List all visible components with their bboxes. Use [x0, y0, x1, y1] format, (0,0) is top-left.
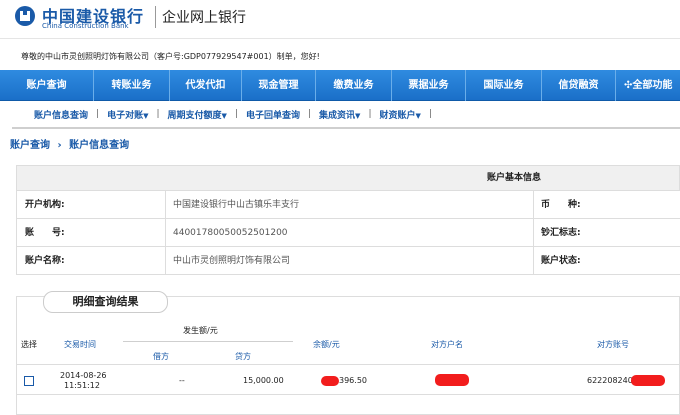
name-value: 中山市灵创照明灯饰有限公司 [173, 256, 291, 266]
nav-item-cash-mgmt[interactable]: 现金管理 [242, 70, 316, 101]
currency-label: 币 种: [541, 200, 581, 210]
row-credit: 15,000.00 [243, 376, 284, 385]
col-counterparty-account: 对方账号 [597, 340, 629, 349]
breadcrumb-root[interactable]: 账户查询 [10, 140, 50, 151]
subnav-separator: | [307, 109, 312, 119]
col-divider [165, 191, 166, 219]
subnav-item-account-info[interactable]: 账户信息查询 [34, 108, 96, 121]
subnav-separator: | [428, 109, 432, 119]
subnav-separator: | [96, 109, 100, 119]
col-debit: 借方 [153, 352, 169, 361]
row-select-checkbox[interactable] [24, 376, 34, 386]
row-balance: 396.50 [339, 376, 367, 385]
subnav-item-label: 财资账户 [379, 110, 416, 121]
info-row-name: 账户名称: 中山市灵创照明灯饰有限公司 账户状态: [17, 247, 680, 275]
subnav-item-label: 电子对账 [107, 110, 144, 121]
caret-down-icon: ▼ [415, 111, 421, 120]
nav-item-credit[interactable]: 信贷融资 [542, 70, 616, 101]
nav-item-international[interactable]: 国际业务 [466, 70, 542, 101]
breadcrumb: 账户查询 › 账户信息查询 [10, 136, 129, 151]
subnav-separator: | [368, 109, 372, 119]
col-divider [533, 247, 534, 275]
welcome-text: 尊敬的中山市灵创照明灯饰有限公司（客户号:GDP077929547#001）制单… [21, 52, 320, 61]
col-counterparty-name: 对方户名 [431, 340, 463, 349]
main-nav: 账户查询 转账业务 代发代扣 现金管理 缴费业务 票据业务 国际业务 信贷融资 … [0, 70, 680, 101]
redaction-mark [435, 374, 469, 386]
sub-nav: 账户信息查询 | 电子对账▼ | 周期支付额度▼ | 电子回单查询 | 集成资讯… [12, 101, 680, 129]
breadcrumb-current: 账户信息查询 [69, 140, 130, 151]
account-value: 44001780050052501200 [173, 228, 288, 238]
nav-item-payroll[interactable]: 代发代扣 [170, 70, 242, 101]
header-divider [155, 6, 156, 28]
subnav-item-integrated-info[interactable]: 集成资讯▼ [319, 108, 368, 121]
product-name: 企业网上银行 [162, 10, 246, 26]
col-time: 交易时间 [64, 340, 96, 349]
col-divider [165, 247, 166, 275]
redaction-mark [631, 375, 665, 386]
col-divider [165, 219, 166, 247]
cash-remit-label: 钞汇标志: [541, 228, 581, 238]
ccb-logo-icon [15, 6, 35, 26]
table-row: 2014-08-26 11:51:12 -- 15,000.00 396.50 … [17, 367, 680, 395]
col-amount-group: 发生额/元 [183, 326, 218, 335]
nav-item-all-functions-label: 全部功能 [632, 80, 673, 91]
nav-item-account-query[interactable]: 账户查询 [0, 70, 94, 101]
caret-down-icon: ▼ [355, 111, 361, 120]
subnav-item-label: 周期支付额度 [167, 110, 222, 121]
col-divider [533, 219, 534, 247]
status-label: 账户状态: [541, 256, 581, 266]
row-debit: -- [179, 376, 185, 385]
nav-item-all-functions[interactable]: ✣全部功能 [616, 70, 680, 101]
welcome-bar: 尊敬的中山市灵创照明灯饰有限公司（客户号:GDP077929547#001）制单… [0, 38, 680, 70]
subnav-item-treasury-account[interactable]: 财资账户▼ [379, 108, 428, 121]
col-divider [533, 191, 534, 219]
row-date: 2014-08-26 [60, 371, 107, 380]
account-info-title: 账户基本信息 [17, 166, 680, 191]
account-label: 账 号: [25, 228, 65, 238]
results-tab-title: 明细查询结果 [43, 291, 168, 313]
col-credit: 贷方 [235, 352, 251, 361]
results-panel: 明细查询结果 选择 交易时间 发生额/元 借方 贷方 余额/元 对方户名 对方账… [16, 291, 680, 415]
subnav-item-e-receipt[interactable]: 电子回单查询 [246, 108, 308, 121]
redaction-mark [321, 376, 339, 386]
subnav-item-label: 集成资讯 [319, 110, 356, 121]
caret-down-icon: ▼ [221, 111, 227, 120]
institution-value: 中国建设银行中山古镇乐丰支行 [173, 200, 300, 210]
nav-item-bills[interactable]: 票据业务 [392, 70, 466, 101]
caret-down-icon: ▼ [143, 111, 149, 120]
nav-item-transfer[interactable]: 转账业务 [94, 70, 170, 101]
results-table-header: 选择 交易时间 发生额/元 借方 贷方 余额/元 对方户名 对方账号 [17, 321, 680, 365]
info-row-account: 账 号: 44001780050052501200 钞汇标志: [17, 219, 680, 247]
account-info-panel: 账户基本信息 开户机构: 中国建设银行中山古镇乐丰支行 币 种: 账 号: 44… [16, 165, 680, 275]
breadcrumb-separator: › [57, 140, 62, 151]
subnav-item-periodic-limit[interactable]: 周期支付额度▼ [168, 108, 235, 121]
subnav-separator: | [156, 109, 160, 119]
row-time: 11:51:12 [64, 381, 100, 390]
col-select: 选择 [21, 340, 37, 349]
bank-name-en: China Construction Bank [42, 22, 129, 30]
nav-item-fees[interactable]: 缴费业务 [316, 70, 392, 101]
info-row-institution: 开户机构: 中国建设银行中山古镇乐丰支行 币 种: [17, 191, 680, 219]
page-header: 中国建设银行 China Construction Bank 企业网上银行 [0, 0, 680, 38]
amount-group-divider [123, 341, 293, 342]
name-label: 账户名称: [25, 256, 65, 266]
institution-label: 开户机构: [25, 200, 65, 210]
col-balance: 余额/元 [313, 340, 340, 349]
subnav-separator: | [234, 109, 238, 119]
subnav-item-e-reconciliation[interactable]: 电子对账▼ [107, 108, 156, 121]
